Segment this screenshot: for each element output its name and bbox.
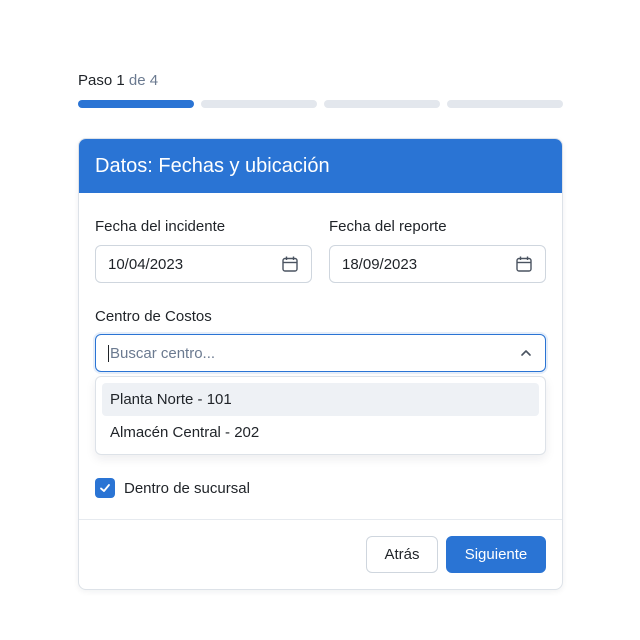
inside-branch-row[interactable]: Dentro de sucursal bbox=[95, 478, 546, 498]
step-current: 1 bbox=[116, 72, 125, 89]
back-button[interactable]: Atrás bbox=[366, 536, 438, 573]
cost-center-field: Centro de Costos Planta Norte - 101 Alma… bbox=[95, 307, 546, 455]
date-row: Fecha del incidente 10/04/2023 Fecha del… bbox=[95, 217, 546, 283]
report-date-input[interactable]: 18/09/2023 bbox=[329, 245, 546, 283]
incident-date-input[interactable]: 10/04/2023 bbox=[95, 245, 312, 283]
step-progress bbox=[78, 100, 563, 108]
dropdown-option[interactable]: Planta Norte - 101 bbox=[102, 383, 539, 416]
incident-date-value: 10/04/2023 bbox=[108, 255, 184, 273]
step-bar-1 bbox=[78, 100, 194, 108]
calendar-icon[interactable] bbox=[281, 255, 299, 273]
inside-branch-checkbox[interactable] bbox=[95, 478, 115, 498]
step-indicator: Paso 1 de 4 bbox=[78, 72, 563, 92]
cost-center-combobox[interactable] bbox=[95, 334, 546, 372]
inside-branch-label[interactable]: Dentro de sucursal bbox=[124, 480, 250, 497]
incident-date-label: Fecha del incidente bbox=[95, 218, 226, 235]
incident-date-field: Fecha del incidente 10/04/2023 bbox=[95, 217, 312, 283]
form-card: Datos: Fechas y ubicación Fecha del inci… bbox=[78, 138, 563, 590]
cost-center-search-input[interactable] bbox=[108, 344, 519, 362]
check-icon bbox=[100, 484, 110, 492]
calendar-icon[interactable] bbox=[515, 255, 533, 273]
step-bar-2 bbox=[201, 100, 317, 108]
card-title: Datos: Fechas y ubicación bbox=[95, 154, 330, 177]
step-bar-3 bbox=[324, 100, 440, 108]
cost-center-dropdown: Planta Norte - 101 Almacén Central - 202 bbox=[95, 376, 546, 455]
cost-center-label: Centro de Costos bbox=[95, 308, 212, 325]
report-date-field: Fecha del reporte 18/09/2023 bbox=[329, 217, 546, 283]
card-body: Fecha del incidente 10/04/2023 Fecha del… bbox=[79, 217, 562, 498]
report-date-label: Fecha del reporte bbox=[329, 218, 447, 235]
next-button[interactable]: Siguiente bbox=[446, 536, 546, 573]
step-prefix: Paso bbox=[78, 72, 113, 89]
dropdown-option[interactable]: Almacén Central - 202 bbox=[102, 416, 539, 449]
step-bar-4 bbox=[447, 100, 563, 108]
card-footer: Atrás Siguiente bbox=[79, 519, 562, 589]
card-header: Datos: Fechas y ubicación bbox=[79, 139, 562, 193]
chevron-up-icon[interactable] bbox=[519, 346, 533, 360]
step-total: de 4 bbox=[128, 72, 159, 89]
stepper: Paso 1 de 4 bbox=[78, 72, 563, 108]
report-date-value: 18/09/2023 bbox=[342, 255, 418, 273]
